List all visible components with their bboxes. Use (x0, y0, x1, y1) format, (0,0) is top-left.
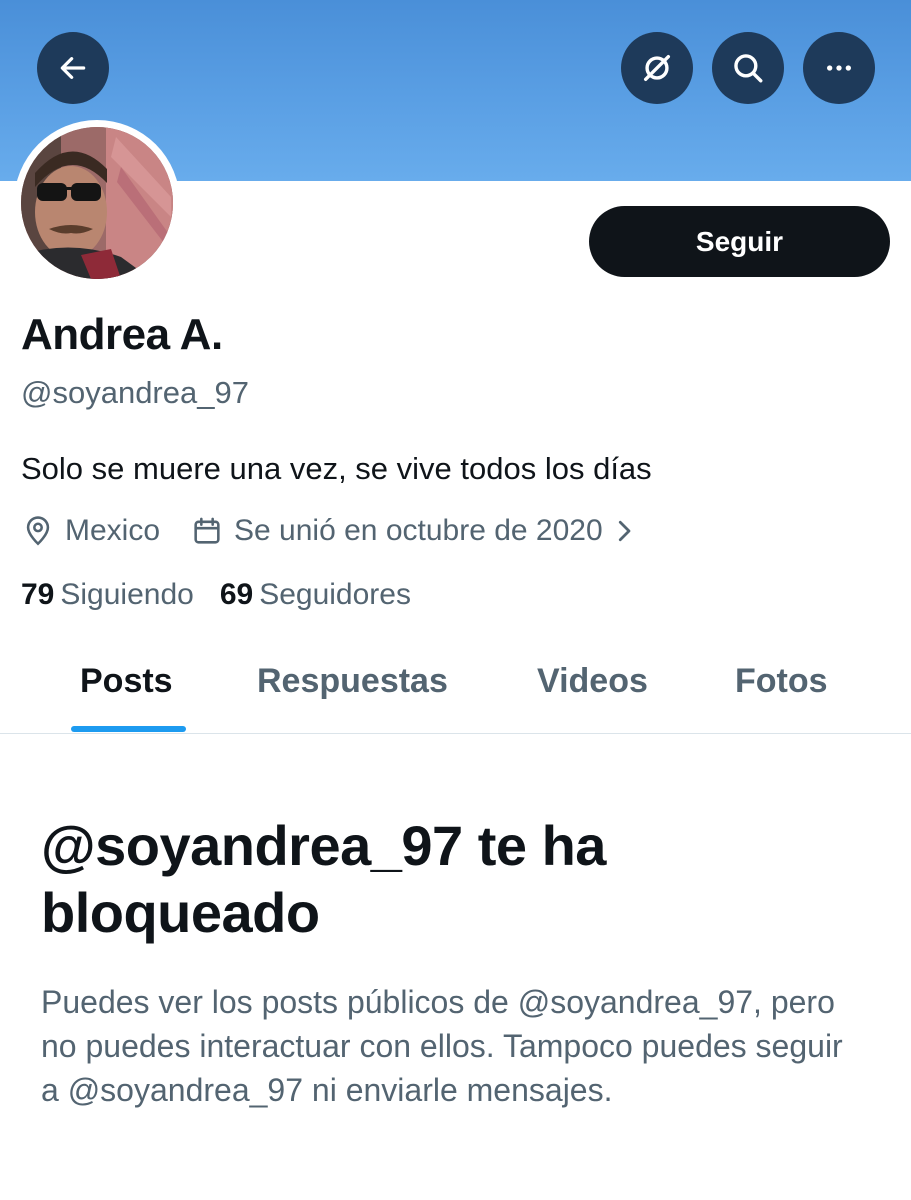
followers-label[interactable]: Seguidores (259, 578, 411, 612)
profile-meta: Mexico Se unió en octubre de 2020 (21, 510, 639, 552)
display-name: Andrea A. (21, 310, 223, 359)
back-button[interactable] (37, 32, 109, 104)
user-handle: @soyandrea_97 (21, 375, 249, 410)
following-label[interactable]: Siguiendo (60, 578, 193, 612)
location-text: Mexico (65, 514, 161, 547)
arrow-left-icon (60, 57, 86, 79)
join-date[interactable]: Se unió en octubre de 2020 (190, 514, 639, 548)
grok-icon (643, 54, 671, 82)
location: Mexico (21, 514, 160, 548)
avatar[interactable] (14, 120, 180, 286)
active-tab-indicator (71, 726, 186, 732)
blocked-description: Puedes ver los posts públicos de @soyand… (41, 984, 843, 1108)
follow-stats: 79 Siguiendo 69 Seguidores (21, 578, 411, 612)
following-count[interactable]: 79 (21, 578, 54, 612)
tab-respuestas[interactable]: Respuestas (257, 662, 448, 701)
followers-count[interactable]: 69 (220, 578, 253, 612)
follow-button[interactable]: Seguir (589, 206, 890, 277)
search-button[interactable] (712, 32, 784, 104)
tab-posts[interactable]: Posts (80, 662, 173, 701)
location-pin-icon (26, 516, 50, 546)
calendar-icon (194, 517, 220, 544)
avatar-image (21, 127, 173, 279)
search-icon (734, 54, 763, 83)
profile-tabs: Posts Respuestas Videos Fotos (0, 640, 911, 734)
join-date-text: Se unió en octubre de 2020 (234, 514, 603, 547)
more-button[interactable] (803, 32, 875, 104)
grok-button[interactable] (621, 32, 693, 104)
tab-videos[interactable]: Videos (537, 662, 648, 701)
blocked-title: @soyandrea_97 te ha bloqueado (41, 814, 606, 944)
profile-bio: Solo se muere una vez, se vive todos los… (21, 451, 652, 486)
more-horizontal-icon (827, 65, 851, 71)
tab-fotos[interactable]: Fotos (735, 662, 828, 701)
chevron-right-icon (618, 520, 631, 542)
